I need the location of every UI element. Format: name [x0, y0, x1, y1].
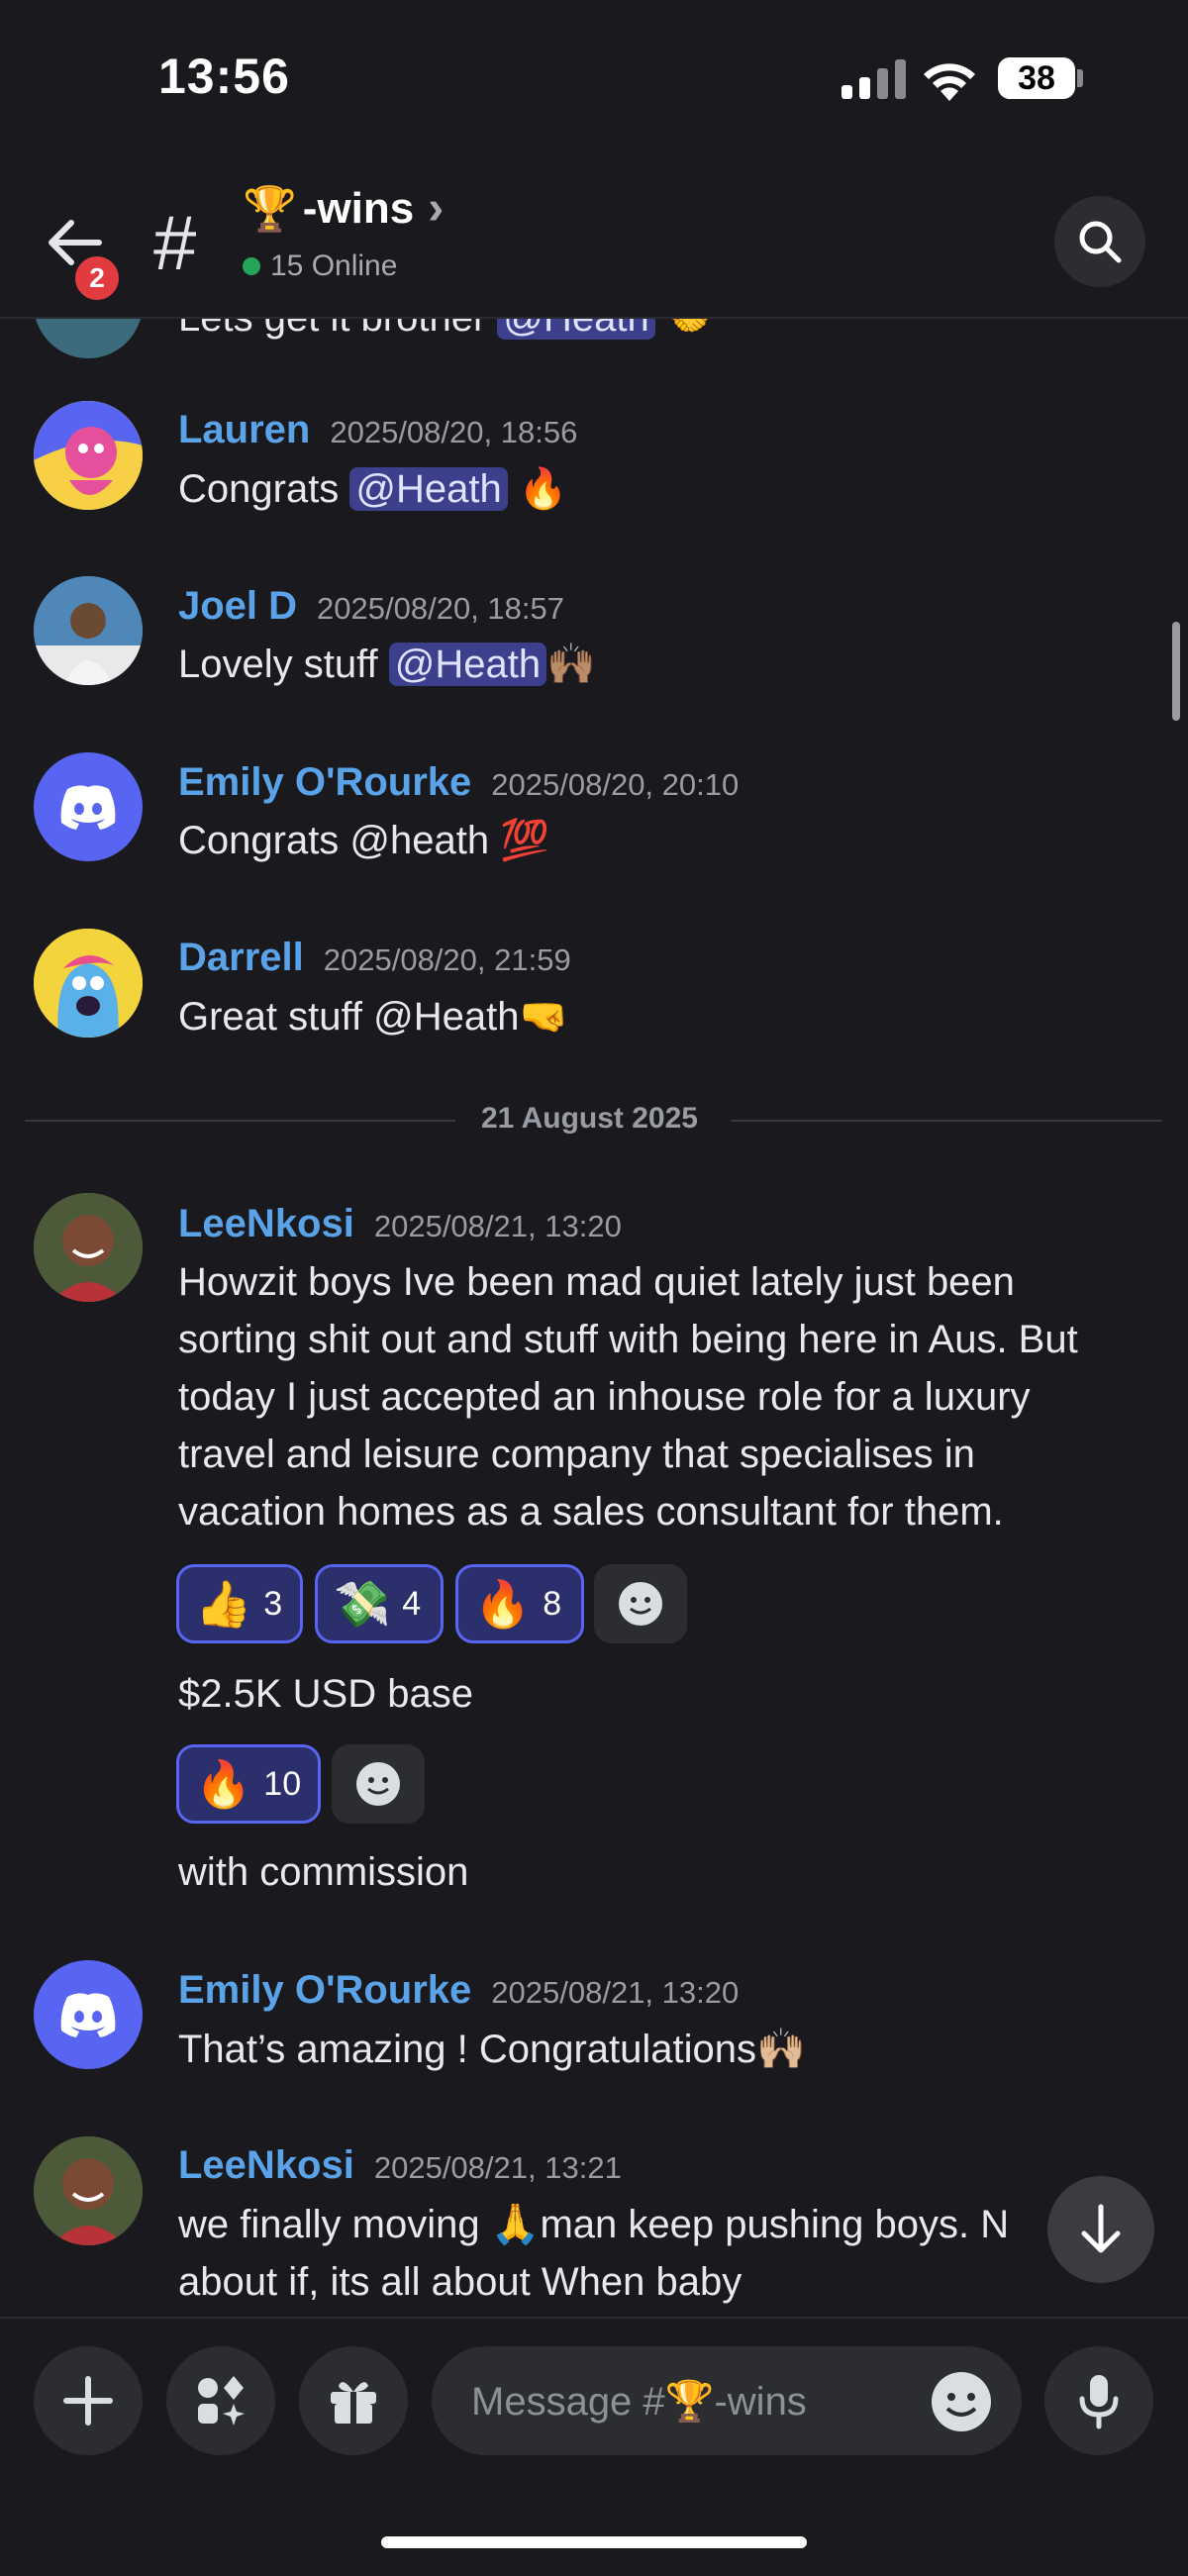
- trophy-emoji: 🏆: [243, 184, 297, 234]
- message-placeholder: Message #🏆-wins: [471, 2379, 807, 2424]
- user-mention[interactable]: @Heath: [497, 319, 655, 340]
- message-header: Joel D 2025/08/20, 18:57: [178, 584, 564, 629]
- wifi-icon: [924, 63, 975, 101]
- author-name[interactable]: Emily O'Rourke: [178, 760, 471, 805]
- channel-name: -wins: [302, 183, 415, 233]
- message-header: Emily O'Rourke 2025/08/20, 20:10: [178, 760, 739, 805]
- add-attachment-button[interactable]: [34, 2346, 143, 2455]
- message-text: we finally moving 🙏man keep pushing boys…: [178, 2203, 1010, 2304]
- avatar-art: [34, 401, 143, 510]
- avatar[interactable]: [34, 576, 143, 685]
- gift-button[interactable]: [299, 2346, 408, 2455]
- timestamp: 2025/08/21, 13:20: [373, 1209, 622, 1243]
- timestamp: 2025/08/20, 20:10: [491, 767, 740, 802]
- timestamp: 2025/08/20, 21:59: [323, 942, 571, 977]
- apps-button[interactable]: [166, 2346, 275, 2455]
- add-reaction-icon: [619, 1582, 662, 1626]
- channel-hash-icon: #: [153, 199, 197, 286]
- plus-icon: [63, 2376, 113, 2426]
- search-button[interactable]: [1054, 196, 1145, 287]
- gift-icon: [331, 2382, 376, 2424]
- emoji-picker-button[interactable]: [929, 2369, 994, 2434]
- reaction-thumbs-up[interactable]: 👍 3: [176, 1564, 303, 1643]
- message-text: $2.5K USD base: [178, 1672, 473, 1716]
- battery-icon: 38: [998, 57, 1075, 99]
- reaction-fire[interactable]: 🔥 8: [455, 1564, 584, 1643]
- voice-message-button[interactable]: [1044, 2346, 1153, 2455]
- author-name[interactable]: LeeNkosi: [178, 1202, 354, 1246]
- message-text: Great stuff @Heath🤜: [178, 995, 569, 1039]
- date-divider-line: [25, 1120, 455, 1122]
- online-text: 15 Online: [270, 249, 398, 282]
- emoji-icon: [932, 2372, 991, 2431]
- avatar[interactable]: [34, 929, 143, 1038]
- author-name[interactable]: LeeNkosi: [178, 2143, 354, 2188]
- message-text: Howzit boys Ive been mad quiet lately ju…: [178, 1260, 1078, 1534]
- arrow-down-icon: [1081, 2204, 1121, 2253]
- avatar-photo: [34, 576, 143, 685]
- discord-logo-icon: [60, 785, 116, 830]
- avatar-art: [34, 929, 143, 1038]
- message-header: Darrell 2025/08/20, 21:59: [178, 936, 571, 980]
- online-count: 15 Online: [243, 249, 397, 283]
- date-divider: 21 August 2025: [481, 1102, 698, 1135]
- chevron-right-icon: ›: [428, 182, 445, 235]
- avatar[interactable]: [34, 1960, 143, 2069]
- author-name[interactable]: Emily O'Rourke: [178, 1968, 471, 2013]
- avatar-photo: [34, 2136, 143, 2245]
- battery-cap: [1077, 69, 1083, 87]
- microphone-icon: [1079, 2375, 1119, 2429]
- jump-to-bottom-button[interactable]: [1047, 2176, 1154, 2283]
- author-name[interactable]: Darrell: [178, 936, 304, 980]
- message-header: LeeNkosi 2025/08/21, 13:21: [178, 2143, 622, 2188]
- avatar[interactable]: [34, 2136, 143, 2245]
- avatar[interactable]: [34, 401, 143, 510]
- message-header: LeeNkosi 2025/08/21, 13:20: [178, 1202, 622, 1246]
- message-header: Emily O'Rourke 2025/08/21, 13:20: [178, 1968, 739, 2013]
- status-time: 13:56: [158, 49, 290, 104]
- apps-icon: [198, 2376, 245, 2426]
- message-text: with commission: [178, 1850, 469, 1894]
- add-reaction-button[interactable]: [332, 1744, 425, 1824]
- user-mention[interactable]: @Heath: [349, 467, 508, 511]
- message-text: Lovely stuff @Heath 🙌🏽: [178, 643, 596, 686]
- timestamp: 2025/08/20, 18:57: [317, 591, 564, 626]
- reaction-money[interactable]: 💸 4: [315, 1564, 444, 1643]
- timestamp: 2025/08/21, 13:20: [491, 1975, 740, 2010]
- reaction-fire[interactable]: 🔥 10: [176, 1744, 321, 1824]
- message-text: Congrats @heath 💯: [178, 819, 550, 862]
- author-name[interactable]: Lauren: [178, 408, 310, 452]
- message-text: That’s amazing ! Congratulations🙌🏼: [178, 2028, 806, 2071]
- date-divider-line: [731, 1120, 1162, 1122]
- add-reaction-button[interactable]: [594, 1564, 687, 1643]
- message-text: Lets get it brother @Heath 🤝: [178, 319, 1158, 347]
- cellular-signal-icon: [842, 59, 906, 99]
- online-dot-icon: [243, 257, 260, 275]
- channel-title[interactable]: 🏆 -wins ›: [243, 181, 444, 236]
- avatar[interactable]: [34, 1193, 143, 1302]
- avatar-photo: [34, 1193, 143, 1302]
- timestamp: 2025/08/21, 13:21: [373, 2150, 622, 2185]
- add-reaction-icon: [356, 1762, 400, 1806]
- message-text: Congrats @Heath 🔥: [178, 467, 568, 511]
- user-mention[interactable]: @Heath: [388, 643, 547, 686]
- timestamp: 2025/08/20, 18:56: [330, 415, 578, 449]
- message-header: Lauren 2025/08/20, 18:56: [178, 408, 577, 452]
- scrollbar[interactable]: [1172, 622, 1180, 721]
- avatar[interactable]: [34, 752, 143, 861]
- author-name[interactable]: Joel D: [178, 584, 297, 629]
- avatar[interactable]: [34, 319, 143, 358]
- search-icon: [1079, 221, 1122, 263]
- home-indicator: [381, 2536, 807, 2548]
- discord-logo-icon: [60, 1993, 116, 2037]
- notification-badge: 2: [71, 252, 123, 304]
